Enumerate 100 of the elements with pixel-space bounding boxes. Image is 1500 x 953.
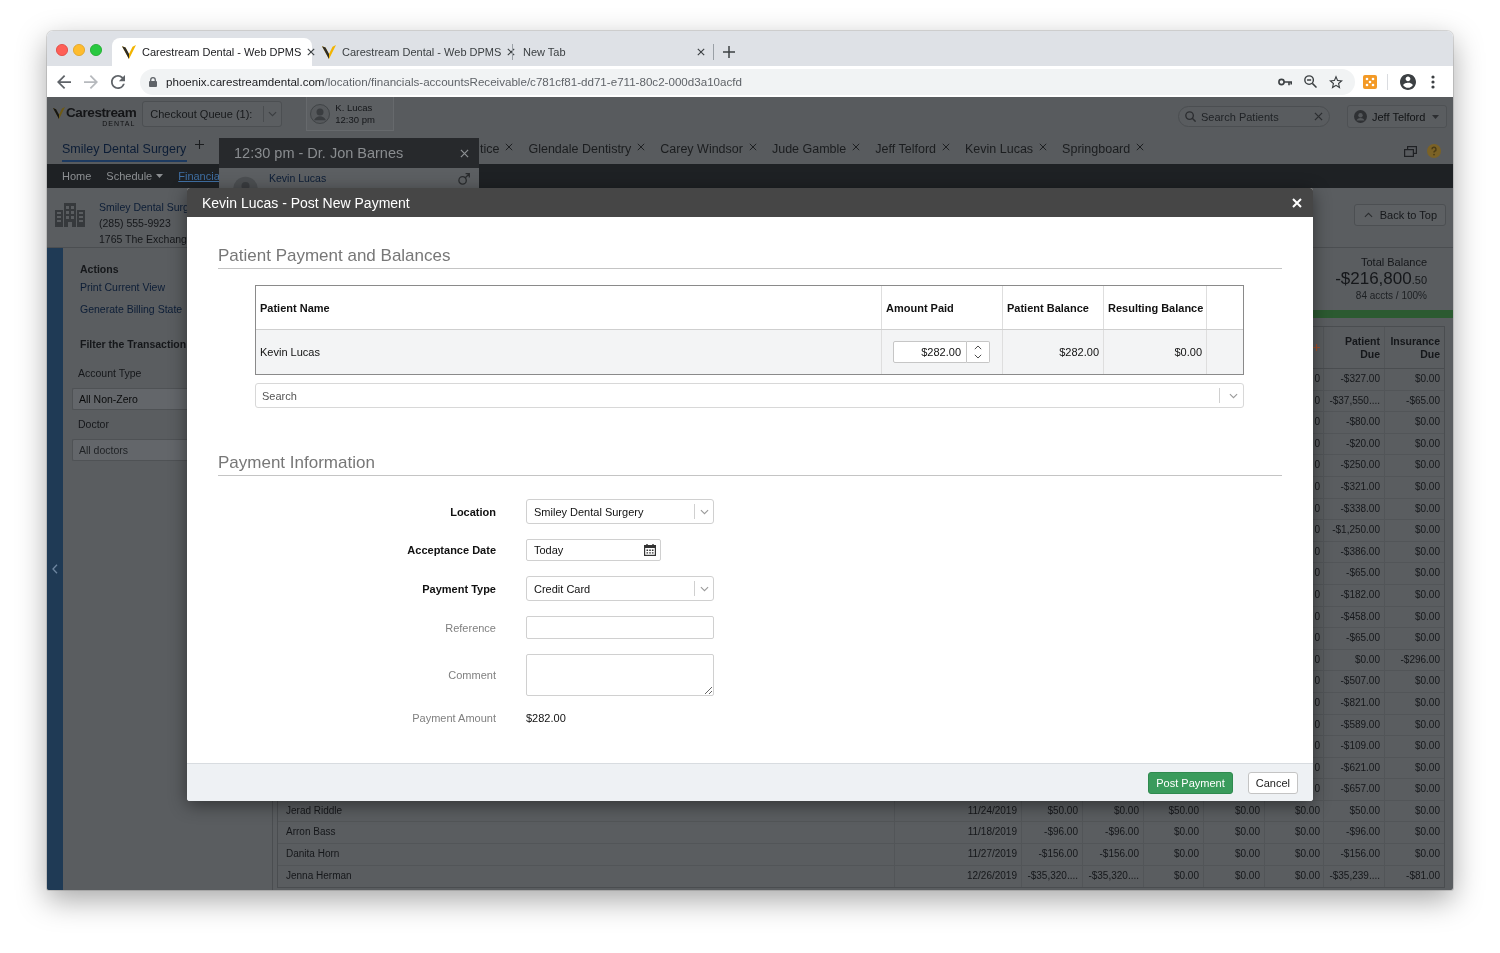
chevron-down-icon <box>700 508 709 515</box>
close-icon[interactable] <box>697 48 705 56</box>
close-window-icon[interactable] <box>56 44 68 56</box>
table-cell: $50.00 <box>1349 804 1380 816</box>
chevron-left-icon <box>52 564 58 574</box>
close-icon[interactable] <box>307 48 316 56</box>
maximize-window-icon[interactable] <box>90 44 102 56</box>
table-cell: -$338.00 <box>1340 502 1380 514</box>
popup-title: 12:30 pm - Dr. Jon Barnes <box>234 145 405 161</box>
user-menu-button[interactable]: Jeff Telford <box>1347 105 1447 128</box>
reload-icon[interactable] <box>111 74 125 89</box>
table-cell: -$37,550.... <box>1329 394 1380 406</box>
patient-tab[interactable]: Kevin Lucas <box>965 135 1048 157</box>
key-icon[interactable] <box>1278 77 1292 86</box>
total-balance-cents: .50 <box>1411 274 1427 286</box>
column-header[interactable]: Patient Name <box>256 286 882 329</box>
table-cell: $0.00 <box>1234 848 1260 860</box>
table-cell: -$65.00 <box>1346 632 1380 644</box>
calendar-icon[interactable] <box>644 544 656 556</box>
table-cell: -$65.00 <box>1406 394 1440 406</box>
account-icon[interactable] <box>1400 73 1416 90</box>
nav-link[interactable]: Schedule <box>106 164 164 188</box>
action-link[interactable]: Print Current View <box>80 276 165 298</box>
browser-tab[interactable]: Carestream Dental - Web DPMS <box>112 38 312 66</box>
logo-text[interactable]: Carestream <box>66 105 137 120</box>
column-header[interactable]: Patient Balance <box>1003 286 1104 329</box>
dialog-title: Kevin Lucas - Post New Payment <box>202 194 411 211</box>
field-label: Payment Amount <box>412 712 496 724</box>
date-field[interactable]: Today <box>526 539 661 561</box>
menu-icon[interactable] <box>1431 74 1435 89</box>
user-icon <box>1354 110 1367 123</box>
table-cell: -$156.00 <box>1038 848 1078 860</box>
dropdown-field[interactable]: Smiley Dental Surgery <box>526 499 714 524</box>
column-header[interactable]: Insurance Due <box>1385 327 1444 368</box>
table-cell: -$20.00 <box>1346 437 1380 449</box>
patient-tab[interactable]: Glendale Dentistry <box>528 135 646 157</box>
table-cell: $0.00 <box>1414 783 1440 795</box>
nav-link[interactable]: Home <box>62 164 92 188</box>
table-cell: Danita Horn <box>286 848 340 860</box>
table-cell: -$81.00 <box>1406 869 1440 881</box>
accounts-summary: 84 accts / 100% <box>1355 290 1427 302</box>
filter-select[interactable]: All doctors <box>72 439 187 461</box>
star-icon[interactable] <box>1329 74 1343 89</box>
amount-input[interactable]: $282.00 <box>893 341 967 363</box>
close-icon[interactable] <box>507 48 516 56</box>
address-bar[interactable]: phoenix.carestreamdental.com/location/financials-accountsReceivable/c781cf81-dd71-e711-80c2-000d3a10acfd <box>140 68 1355 95</box>
patient-tab[interactable]: Jude Gamble <box>771 135 861 157</box>
patient-link[interactable]: Kevin Lucas <box>269 172 327 185</box>
minimize-window-icon[interactable] <box>73 44 85 56</box>
nav-link[interactable]: Financia <box>178 164 220 188</box>
checkout-queue-select[interactable]: Checkout Queue (1): <box>142 101 283 127</box>
table-cell: -$621.00 <box>1340 761 1380 773</box>
caret-icon <box>1432 114 1439 119</box>
spin-button[interactable] <box>967 341 990 363</box>
filter-label: Account Type <box>78 366 142 380</box>
chevron-down-icon <box>974 353 982 359</box>
table-cell: -$458.00 <box>1340 610 1380 622</box>
table-cell: $0.00 <box>1294 848 1320 860</box>
dropdown-field[interactable]: Credit Card <box>526 576 714 601</box>
patient-tab[interactable]: Springboard <box>1062 135 1145 157</box>
column-header[interactable]: Amount Paid <box>882 286 1003 329</box>
total-balance-amount: -$216,800 <box>1335 269 1412 288</box>
close-icon[interactable] <box>460 148 469 158</box>
action-link[interactable]: Generate Billing State <box>80 298 183 320</box>
table-cell: $282.00 <box>1003 330 1104 374</box>
help-icon[interactable] <box>1427 144 1441 158</box>
field-label: Payment Type <box>422 582 496 595</box>
table-cell: $0.00 <box>1294 869 1320 881</box>
field-label: Reference <box>445 621 496 634</box>
filter-select[interactable]: All Non-Zero <box>72 388 187 410</box>
table-cell: -$109.00 <box>1340 740 1380 752</box>
extension-icon[interactable] <box>1363 74 1377 89</box>
back-to-top-button[interactable]: Back to Top <box>1353 204 1446 226</box>
table-cell: $0.00 <box>1414 373 1440 384</box>
chevron-up-icon <box>1363 212 1373 218</box>
table-cell: $0.00 <box>1294 826 1320 838</box>
forward-icon[interactable] <box>84 74 98 89</box>
submit-button[interactable]: Post Payment <box>1148 771 1233 794</box>
text-field[interactable] <box>526 616 714 639</box>
cancel-button[interactable]: Cancel <box>1247 771 1298 794</box>
field-label: Location <box>450 505 496 518</box>
table-cell: -$80.00 <box>1346 416 1380 428</box>
zoom-out-icon[interactable] <box>1304 75 1317 88</box>
back-icon[interactable] <box>57 74 71 89</box>
patient-tab[interactable]: tice <box>480 135 514 157</box>
plus-icon[interactable] <box>723 46 735 58</box>
patient-search-field[interactable]: Search Patients <box>1178 106 1330 127</box>
patient-tab[interactable]: Carey Windsor <box>660 135 757 157</box>
table-cell: $0.00 <box>1113 804 1139 816</box>
location-tab[interactable]: Smiley Dental Surgery <box>62 135 188 162</box>
windows-icon[interactable] <box>1404 145 1417 157</box>
table-cell: $0.00 <box>1414 502 1440 514</box>
column-header[interactable]: Resulting Balance <box>1104 286 1207 329</box>
table-cell: -$182.00 <box>1340 588 1380 600</box>
table-cell: 11/18/2019 <box>967 826 1017 838</box>
text-area[interactable] <box>526 654 714 696</box>
browser-tab[interactable]: New Tab <box>513 38 713 66</box>
patient-tab[interactable]: Jeff Telford <box>875 135 950 157</box>
section-heading: Filter the Transaction <box>80 337 187 351</box>
column-header[interactable]: Patient Due <box>1324 327 1385 368</box>
